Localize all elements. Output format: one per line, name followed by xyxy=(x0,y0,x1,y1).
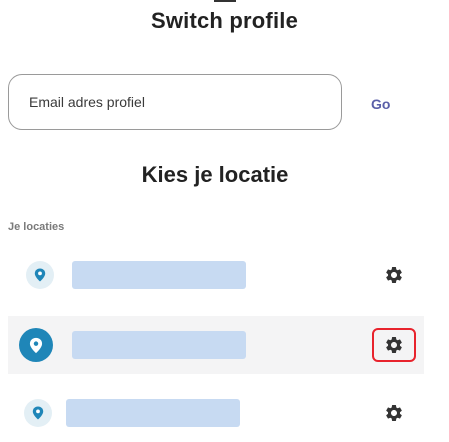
email-field[interactable] xyxy=(8,74,342,130)
location-section-title: Kies je locatie xyxy=(141,162,289,187)
location-name xyxy=(66,399,240,427)
location-settings-button[interactable] xyxy=(372,328,416,362)
location-item[interactable] xyxy=(8,316,424,374)
location-name xyxy=(72,261,246,289)
location-settings-button[interactable] xyxy=(376,260,412,290)
location-settings-button[interactable] xyxy=(376,398,412,428)
location-pin-icon xyxy=(26,261,54,289)
page-title: Switch profile xyxy=(150,8,299,33)
location-pin-icon xyxy=(24,399,52,427)
location-item[interactable] xyxy=(8,246,424,304)
drag-handle xyxy=(214,0,236,2)
locations-list-label: Je locaties xyxy=(8,221,65,233)
location-pin-icon xyxy=(19,328,53,362)
gear-icon xyxy=(386,404,402,421)
location-name xyxy=(72,331,246,359)
location-item[interactable] xyxy=(8,384,424,442)
go-button[interactable]: Go xyxy=(371,96,390,112)
gear-icon xyxy=(386,266,402,283)
gear-icon xyxy=(386,336,402,353)
